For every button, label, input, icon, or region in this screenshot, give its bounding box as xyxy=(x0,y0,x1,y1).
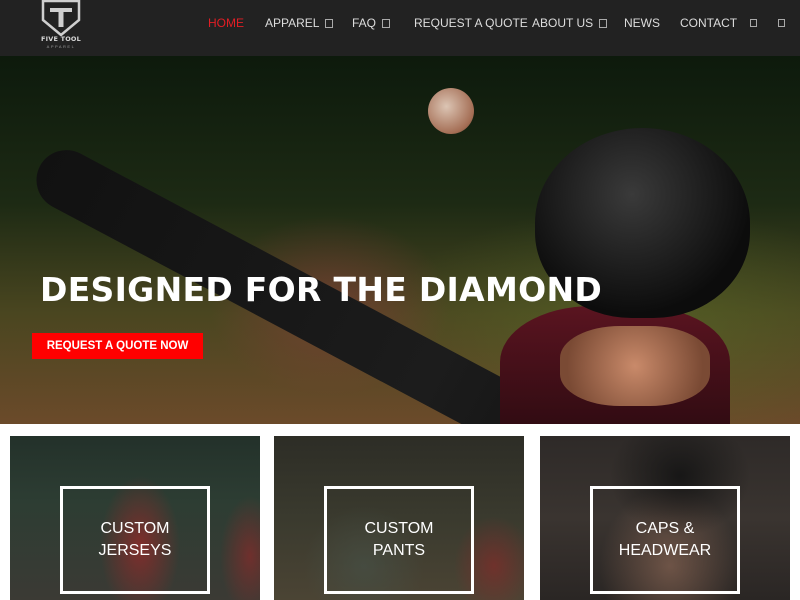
nav-item-contact[interactable]: CONTACT xyxy=(680,15,737,31)
baseball-image xyxy=(428,88,474,134)
card-label-line: CUSTOM xyxy=(364,520,434,537)
cart-icon[interactable] xyxy=(778,19,785,27)
card-label: CUSTOM JERSEYS xyxy=(60,518,210,562)
nav-item-about-us[interactable]: ABOUT US xyxy=(532,15,608,31)
dropdown-icon xyxy=(325,19,334,28)
dropdown-icon xyxy=(599,19,608,28)
card-label-line: JERSEYS xyxy=(98,542,172,559)
card-label: CUSTOM PANTS xyxy=(324,518,474,562)
card-custom-jerseys[interactable]: CUSTOM JERSEYS xyxy=(10,436,260,600)
request-quote-button[interactable]: REQUEST A QUOTE NOW xyxy=(32,333,203,359)
nav-label: REQUEST A QUOTE xyxy=(414,16,528,30)
nav-item-home[interactable]: HOME xyxy=(208,15,244,31)
card-label: CAPS & HEADWEAR xyxy=(590,518,740,562)
card-label-line: CUSTOM xyxy=(100,520,170,537)
nav-label: APPAREL xyxy=(265,16,320,30)
nav-item-apparel[interactable]: APPAREL xyxy=(265,15,334,31)
card-label-line: HEADWEAR xyxy=(618,542,712,559)
search-icon[interactable] xyxy=(750,19,757,27)
hero-banner: DESIGNED FOR THE DIAMOND REQUEST A QUOTE… xyxy=(0,56,800,424)
card-caps-headwear[interactable]: CAPS & HEADWEAR xyxy=(540,436,790,600)
nav-item-news[interactable]: NEWS xyxy=(624,15,660,31)
nav-label: FAQ xyxy=(352,16,377,30)
dropdown-icon xyxy=(382,19,391,28)
nav-label: NEWS xyxy=(624,16,660,30)
player-hands-image xyxy=(560,326,710,406)
nav-label: ABOUT US xyxy=(532,16,594,30)
nav-item-faq[interactable]: FAQ xyxy=(352,15,391,31)
nav-item-request-quote[interactable]: REQUEST A QUOTE xyxy=(414,15,528,31)
brand-tagline: APPAREL xyxy=(46,44,76,49)
nav-label: CONTACT xyxy=(680,16,738,30)
hero-title: DESIGNED FOR THE DIAMOND xyxy=(40,270,603,309)
category-cards: CUSTOM JERSEYS CUSTOM PANTS CAPS & HEADW… xyxy=(0,424,800,600)
card-custom-pants[interactable]: CUSTOM PANTS xyxy=(274,436,524,600)
nav-label: HOME xyxy=(208,16,244,30)
card-label-line: PANTS xyxy=(372,542,426,559)
card-label-line: CAPS & xyxy=(635,520,695,537)
brand-name: FIVE TOOL xyxy=(40,35,82,43)
site-header: FIVE TOOL APPAREL HOME APPAREL FAQ REQUE… xyxy=(0,0,800,56)
main-nav: HOME APPAREL FAQ REQUEST A QUOTE ABOUT U… xyxy=(0,15,800,31)
